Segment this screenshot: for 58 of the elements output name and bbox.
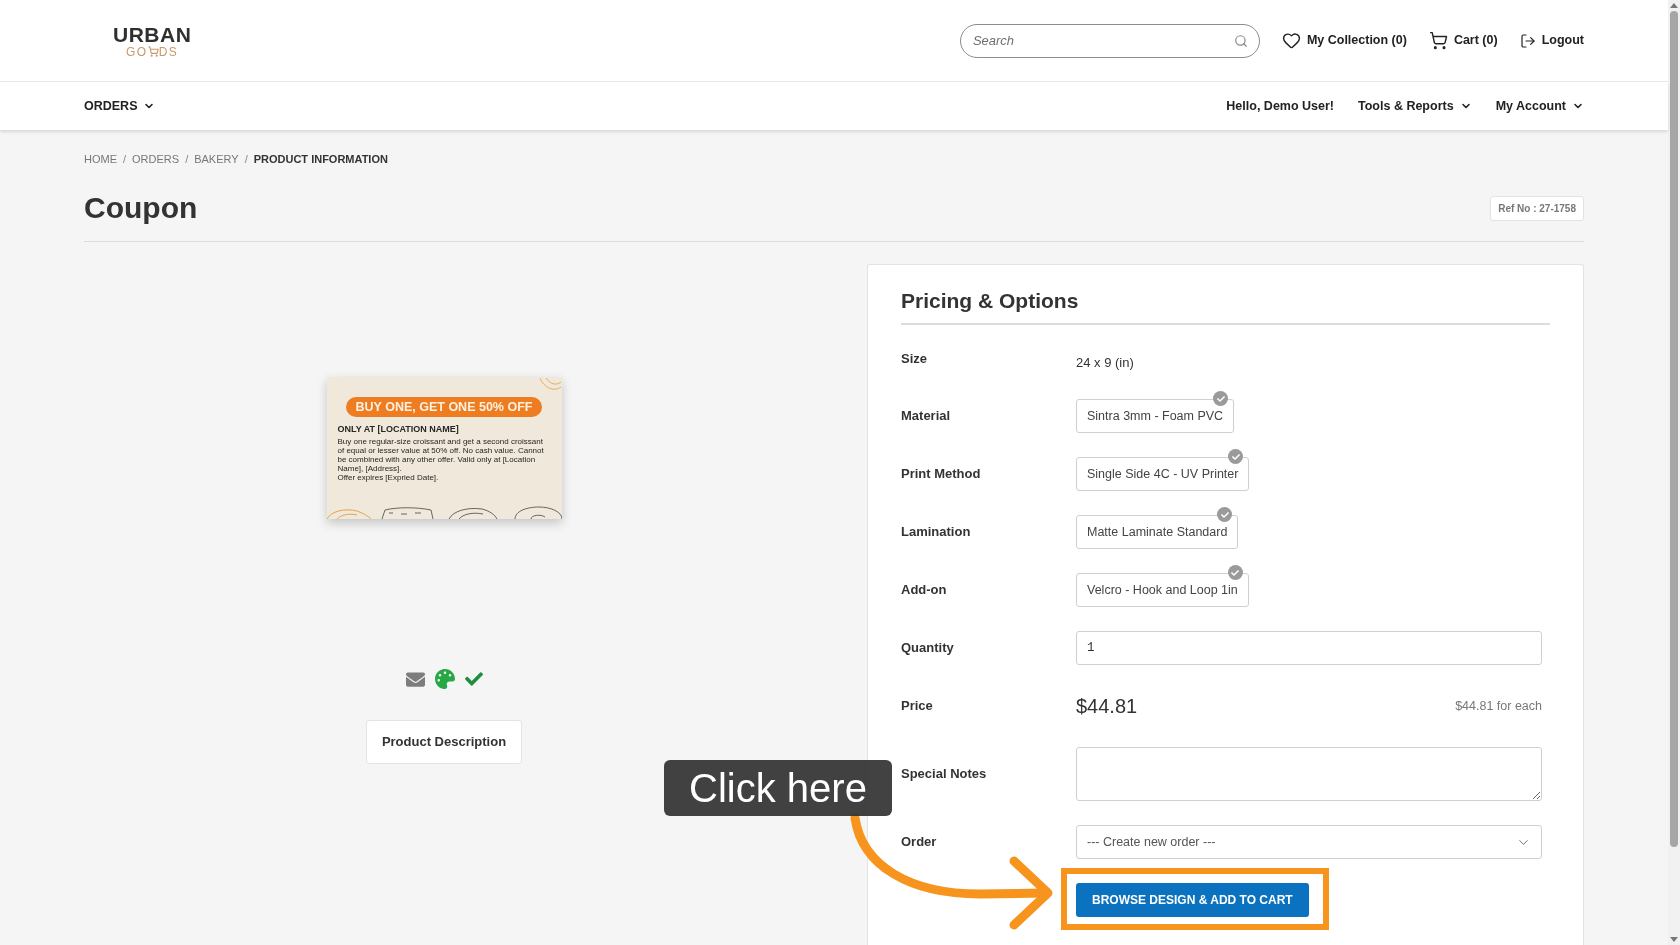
reference-number: Ref No : 27-1758 xyxy=(1490,195,1584,221)
price-value: $44.81 xyxy=(1076,694,1138,719)
logo-text: DS xyxy=(158,45,179,58)
add-to-cart-button[interactable]: BROWSE DESIGN & ADD TO CART xyxy=(1076,883,1309,917)
size-value: 24 x 9 (in) xyxy=(1076,354,1134,372)
coupon-headline: BUY ONE, GET ONE 50% OFF xyxy=(345,397,543,417)
nav-menu[interactable]: Tools & Reports xyxy=(1358,96,1472,116)
check-icon[interactable] xyxy=(464,670,483,688)
breadcrumb-separator: / xyxy=(244,152,248,166)
breadcrumb-separator: / xyxy=(185,152,189,166)
field-label: Special Notes xyxy=(901,765,988,784)
breadcrumb-link[interactable]: HOME xyxy=(84,152,117,166)
field-label: Material xyxy=(901,407,952,426)
field-label: Price xyxy=(901,697,934,716)
nav-menu[interactable]: My Account xyxy=(1495,96,1584,116)
logout-link[interactable]: Logout xyxy=(1519,31,1584,50)
breadcrumb-link[interactable]: PRODUCT INFORMATION xyxy=(253,152,388,166)
scroll-up-arrow-icon[interactable] xyxy=(1670,3,1678,8)
breadcrumb-link[interactable]: BAKERY xyxy=(194,152,239,166)
nav-menu[interactable]: ORDERS xyxy=(84,96,156,116)
tooltip-callout: Click here xyxy=(664,760,892,816)
field-label: Order xyxy=(901,833,938,852)
option-chip[interactable]: Single Side 4C - UV Printer xyxy=(1076,457,1250,491)
page-title: Coupon xyxy=(84,190,198,226)
logo-wordmark: URBAN xyxy=(113,23,192,45)
field-label: Add-on xyxy=(901,581,948,600)
unit-price-note: $44.81 for each xyxy=(1455,697,1542,715)
cart-icon xyxy=(1428,31,1448,50)
quantity-field[interactable]: 1 xyxy=(1076,631,1542,665)
heart-icon xyxy=(1281,31,1301,50)
coupon-terms: Offer expires [Expried Date]. xyxy=(337,473,440,482)
product-description-button[interactable]: Product Description xyxy=(365,720,523,764)
option-chip[interactable]: Sintra 3mm - Foam PVC xyxy=(1076,399,1235,433)
breadcrumb-separator: / xyxy=(123,152,127,166)
option-chip[interactable]: Velcro - Hook and Loop 1in xyxy=(1076,573,1249,607)
field-label: Print Method xyxy=(901,465,982,484)
collection-link[interactable]: My Collection (0) xyxy=(1281,31,1407,50)
card-title: Pricing & Options xyxy=(901,287,1550,325)
greeting-text: Hello, Demo User! xyxy=(1226,97,1334,115)
option-chip[interactable]: Matte Laminate Standard xyxy=(1076,515,1239,549)
logout-icon xyxy=(1519,32,1536,49)
notes-field[interactable] xyxy=(1076,747,1542,801)
logo-text: GO xyxy=(126,45,148,58)
coupon-terms: Buy one regular-size croissant and get a second croissant of equal or lesser value at 50% off. No cash value. Cannot be combined with any other offer. Valid only at [Location Name], [Address]. xyxy=(337,437,545,473)
palette-icon[interactable] xyxy=(434,669,455,689)
logo-cart-icon xyxy=(147,46,159,57)
envelope-icon[interactable] xyxy=(405,669,425,689)
field-label: Size xyxy=(901,350,928,368)
order-select[interactable]: --- Create new order --- xyxy=(1076,825,1542,859)
breadcrumb-link[interactable]: ORDERS xyxy=(132,152,180,166)
field-label: Quantity xyxy=(901,639,955,658)
coupon-subheadline: ONLY AT [LOCATION NAME] xyxy=(337,424,460,435)
search-icon[interactable] xyxy=(1233,33,1248,48)
scrollbar-thumb[interactable] xyxy=(1670,11,1678,847)
search-field[interactable]: Search xyxy=(959,23,1260,58)
cart-link[interactable]: Cart (0) xyxy=(1428,31,1498,50)
scroll-down-arrow-icon[interactable] xyxy=(1670,937,1678,942)
field-label: Lamination xyxy=(901,523,972,542)
